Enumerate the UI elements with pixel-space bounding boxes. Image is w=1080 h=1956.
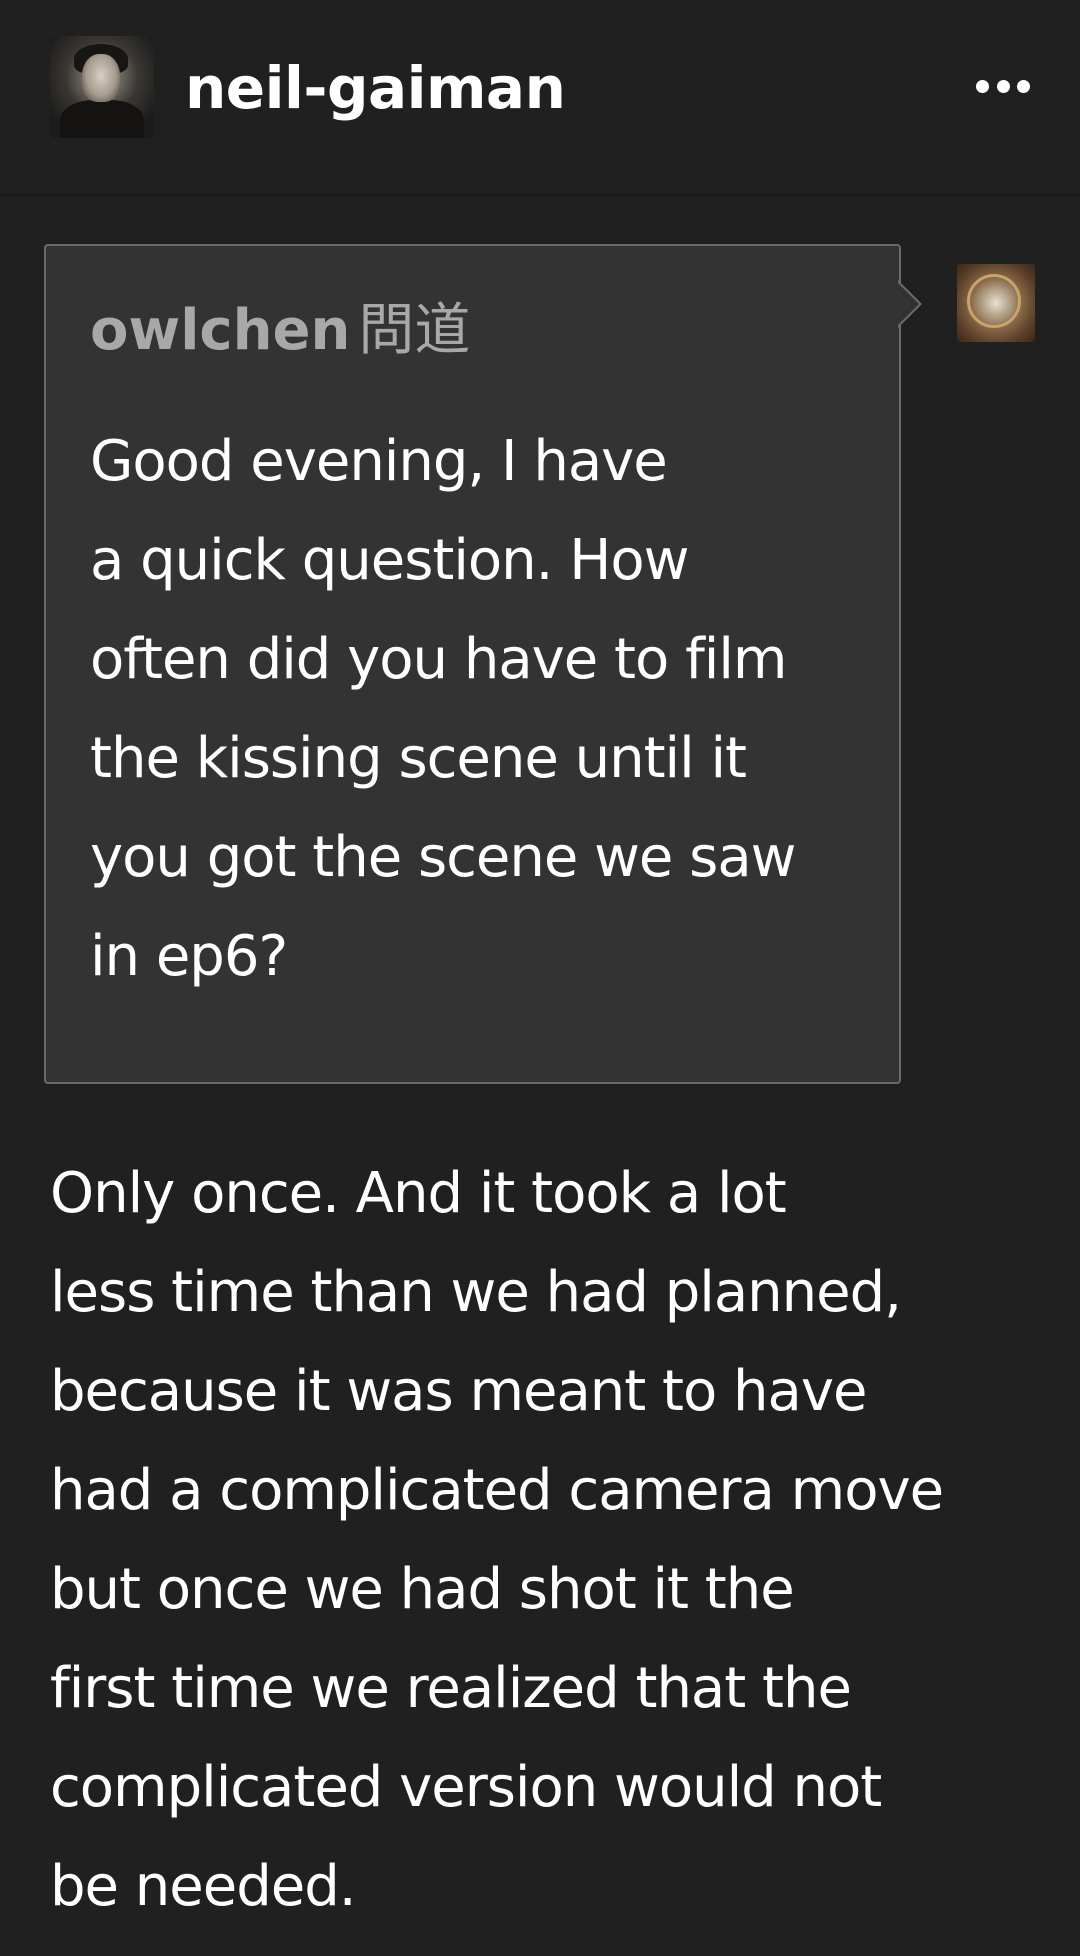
asker-avatar[interactable]	[957, 264, 1035, 342]
more-dot	[1017, 79, 1030, 93]
question-line: in ep6?	[90, 924, 288, 989]
question-text: Good evening, I have a quick question. H…	[90, 412, 880, 1006]
answer-line: be needed.	[50, 1854, 357, 1919]
question-line: the kissing scene until it	[90, 726, 747, 791]
question-line: a quick question. How	[90, 528, 689, 593]
asker-name-link[interactable]: owlchen	[90, 298, 350, 363]
answer-line: had a complicated camera move	[50, 1458, 944, 1523]
blog-name-link[interactable]: neil-gaiman	[185, 48, 566, 128]
question-line: often did you have to film	[90, 627, 787, 692]
asker-avatar-ring	[967, 274, 1021, 328]
post-header: neil-gaiman	[0, 0, 1080, 196]
ask-bubble-pointer-fill	[897, 282, 919, 326]
answer-line: complicated version would not	[50, 1755, 882, 1820]
more-dot	[976, 79, 989, 93]
answer-line: but once we had shot it the	[50, 1557, 795, 1622]
answer-line: first time we realized that the	[50, 1656, 852, 1721]
asker-verb: 問道	[358, 298, 471, 363]
more-options-icon[interactable]	[974, 64, 1032, 108]
answer-line: because it was meant to have	[50, 1359, 867, 1424]
more-dot	[996, 79, 1010, 93]
question-line: you got the scene we saw	[90, 825, 796, 890]
avatar-figure-face	[82, 54, 120, 102]
answer-line: less time than we had planned,	[50, 1260, 902, 1325]
asker-line: owlchen 問道	[90, 295, 470, 367]
question-line: Good evening, I have	[90, 429, 668, 494]
answer-line: Only once. And it took a lot	[50, 1161, 787, 1226]
blog-avatar[interactable]	[50, 36, 154, 138]
avatar-figure-coat	[60, 100, 144, 138]
answer-text: Only once. And it took a lot less time t…	[50, 1144, 1060, 1936]
